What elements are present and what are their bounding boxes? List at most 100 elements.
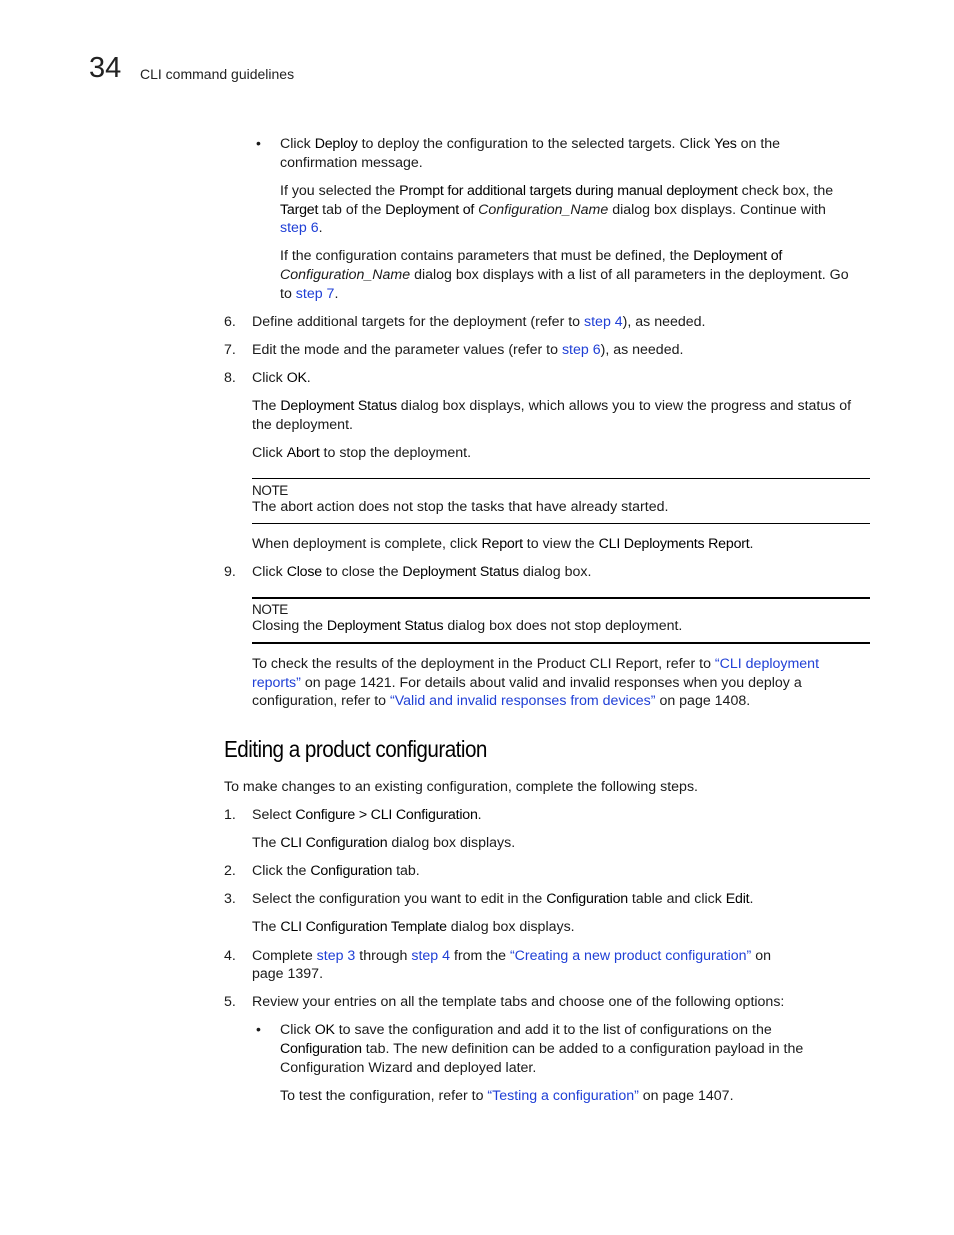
step-6-text: Define additional targets for the deploy…: [252, 313, 706, 332]
link-cli-deployment-reports[interactable]: reports”: [252, 675, 301, 691]
ui-term-prompt: Prompt for additional targets during man…: [399, 183, 738, 199]
text: dialog box displays.: [446, 919, 575, 935]
ui-term-deployment-status: Deployment Status: [402, 564, 519, 580]
ok-bullet-line1: Click OK to save the configuration and a…: [280, 1021, 772, 1040]
text: Click: [280, 1022, 315, 1038]
link-cli-deployment-reports[interactable]: “CLI deployment: [715, 656, 819, 672]
ui-term-deployment-of: Deployment of: [693, 248, 783, 264]
bullet-deploy-line1: Click Deploy to deploy the configuration…: [280, 135, 780, 154]
text: Define additional targets for the deploy…: [252, 314, 585, 330]
text: Click: [280, 136, 315, 152]
italic-config-name: Configuration_Name: [280, 267, 411, 283]
edit-step-4-line2: page 1397.: [252, 966, 324, 982]
text: Complete: [252, 948, 317, 964]
ui-term-cli-configuration-template: CLI Configuration Template: [280, 919, 447, 935]
text: to close the: [321, 564, 403, 580]
note-top-rule: [252, 597, 870, 599]
link-step-7[interactable]: step 7: [296, 286, 335, 302]
text: to view the: [522, 536, 599, 552]
ui-term-deployment-status: Deployment Status: [280, 398, 397, 414]
text: dialog box displays. Continue with: [608, 202, 826, 218]
text: from the: [450, 948, 510, 964]
ok-bullet-line2: Configuration tab. The new definition ca…: [280, 1040, 803, 1059]
bullet-marker: •: [256, 1021, 261, 1037]
text: to: [280, 286, 296, 302]
link-valid-invalid-responses[interactable]: “Valid and invalid responses from device…: [390, 693, 655, 709]
note-top-rule: [252, 478, 870, 479]
link-step-6[interactable]: step 6: [280, 220, 319, 236]
para-prompt-line3: step 6.: [280, 219, 323, 238]
text: dialog box displays, which allows you to…: [396, 398, 852, 414]
note-text: The abort action does not stop the tasks…: [252, 499, 669, 515]
text: Edit the mode and the parameter values (…: [252, 342, 562, 358]
section-heading: Editing a product configuration: [224, 736, 487, 762]
ui-term-edit: Edit: [725, 891, 750, 907]
text: to deploy the configuration to the selec…: [357, 136, 715, 152]
para-params-line2: Configuration_Name dialog box displays w…: [280, 266, 849, 285]
link-step-3[interactable]: step 3: [317, 948, 356, 964]
ref-para-line2: reports” on page 1421. For details about…: [252, 674, 802, 693]
text: .: [749, 891, 754, 907]
step-number: 6.: [224, 314, 236, 330]
ok-bullet-line3: Configuration Wizard and deployed later.: [280, 1060, 537, 1076]
text: Click: [252, 564, 287, 580]
text: .: [334, 286, 339, 302]
text: dialog box.: [518, 564, 592, 580]
ui-term-cli-configuration: CLI Configuration: [280, 835, 388, 851]
edit-step-5-text: Review your entries on all the template …: [252, 994, 785, 1010]
status-para-line2: the deployment.: [252, 417, 353, 433]
text: through: [355, 948, 412, 964]
chapter-number: 34: [89, 52, 122, 84]
text: To test the configuration, refer to: [280, 1088, 488, 1104]
status-para-line1: The Deployment Status dialog box display…: [252, 397, 851, 416]
edit-step-1-sub: The CLI Configuration dialog box display…: [252, 834, 515, 853]
text: .: [306, 370, 311, 386]
text: .: [477, 807, 482, 823]
edit-step-3-text: Select the configuration you want to edi…: [252, 890, 753, 909]
text: The: [252, 398, 281, 414]
link-step-4[interactable]: step 4: [411, 948, 450, 964]
text: configuration, refer to: [252, 693, 391, 709]
para-params-line3: to step 7.: [280, 285, 338, 304]
text: on: [751, 948, 771, 964]
link-testing-configuration[interactable]: “Testing a configuration”: [487, 1088, 638, 1104]
step-number: 3.: [224, 891, 236, 907]
ui-term-yes: Yes: [714, 136, 737, 152]
text: Closing the: [252, 618, 327, 634]
text: ), as needed.: [600, 342, 684, 358]
ui-term-deployment-of: Deployment of: [385, 202, 475, 218]
note-bottom-rule: [252, 642, 870, 644]
step-number: 9.: [224, 564, 236, 580]
ref-para-line1: To check the results of the deployment i…: [252, 655, 819, 674]
text: .: [318, 220, 323, 236]
ui-term-deployment-status: Deployment Status: [326, 618, 444, 634]
para-params-line1: If the configuration contains parameters…: [280, 247, 782, 266]
text: dialog box does not stop deployment.: [443, 618, 683, 634]
text: Select: [252, 807, 296, 823]
note-text: Closing the Deployment Status dialog box…: [252, 617, 682, 636]
para-prompt-line2: Target tab of the Deployment of Configur…: [280, 201, 826, 220]
step-number: 7.: [224, 342, 236, 358]
bullet-marker: •: [256, 135, 261, 151]
ui-term-close: Close: [286, 564, 322, 580]
text: tab of the: [318, 202, 386, 218]
link-creating-product-configuration[interactable]: “Creating a new product configuration”: [510, 948, 751, 964]
link-step-4[interactable]: step 4: [584, 314, 623, 330]
edit-step-3-sub: The CLI Configuration Template dialog bo…: [252, 918, 575, 937]
step-8-text: Click OK.: [252, 369, 311, 388]
link-step-6[interactable]: step 6: [562, 342, 601, 358]
text: Select the configuration you want to edi…: [252, 891, 547, 907]
text: If the configuration contains parameters…: [280, 248, 694, 264]
text: check box, the: [737, 183, 834, 199]
text: ), as needed.: [622, 314, 706, 330]
ui-term-deploy: Deploy: [314, 136, 358, 152]
text: on page 1407.: [638, 1088, 734, 1104]
text: to stop the deployment.: [319, 445, 472, 461]
para-prompt-line1: If you selected the Prompt for additiona…: [280, 182, 833, 201]
step-number: 8.: [224, 370, 236, 386]
text: When deployment is complete, click: [252, 536, 482, 552]
text: The: [252, 919, 281, 935]
edit-step-1-text: Select Configure > CLI Configuration.: [252, 806, 482, 825]
text: to save the configuration and add it to …: [334, 1022, 772, 1038]
ui-term-ok: OK: [286, 370, 307, 386]
